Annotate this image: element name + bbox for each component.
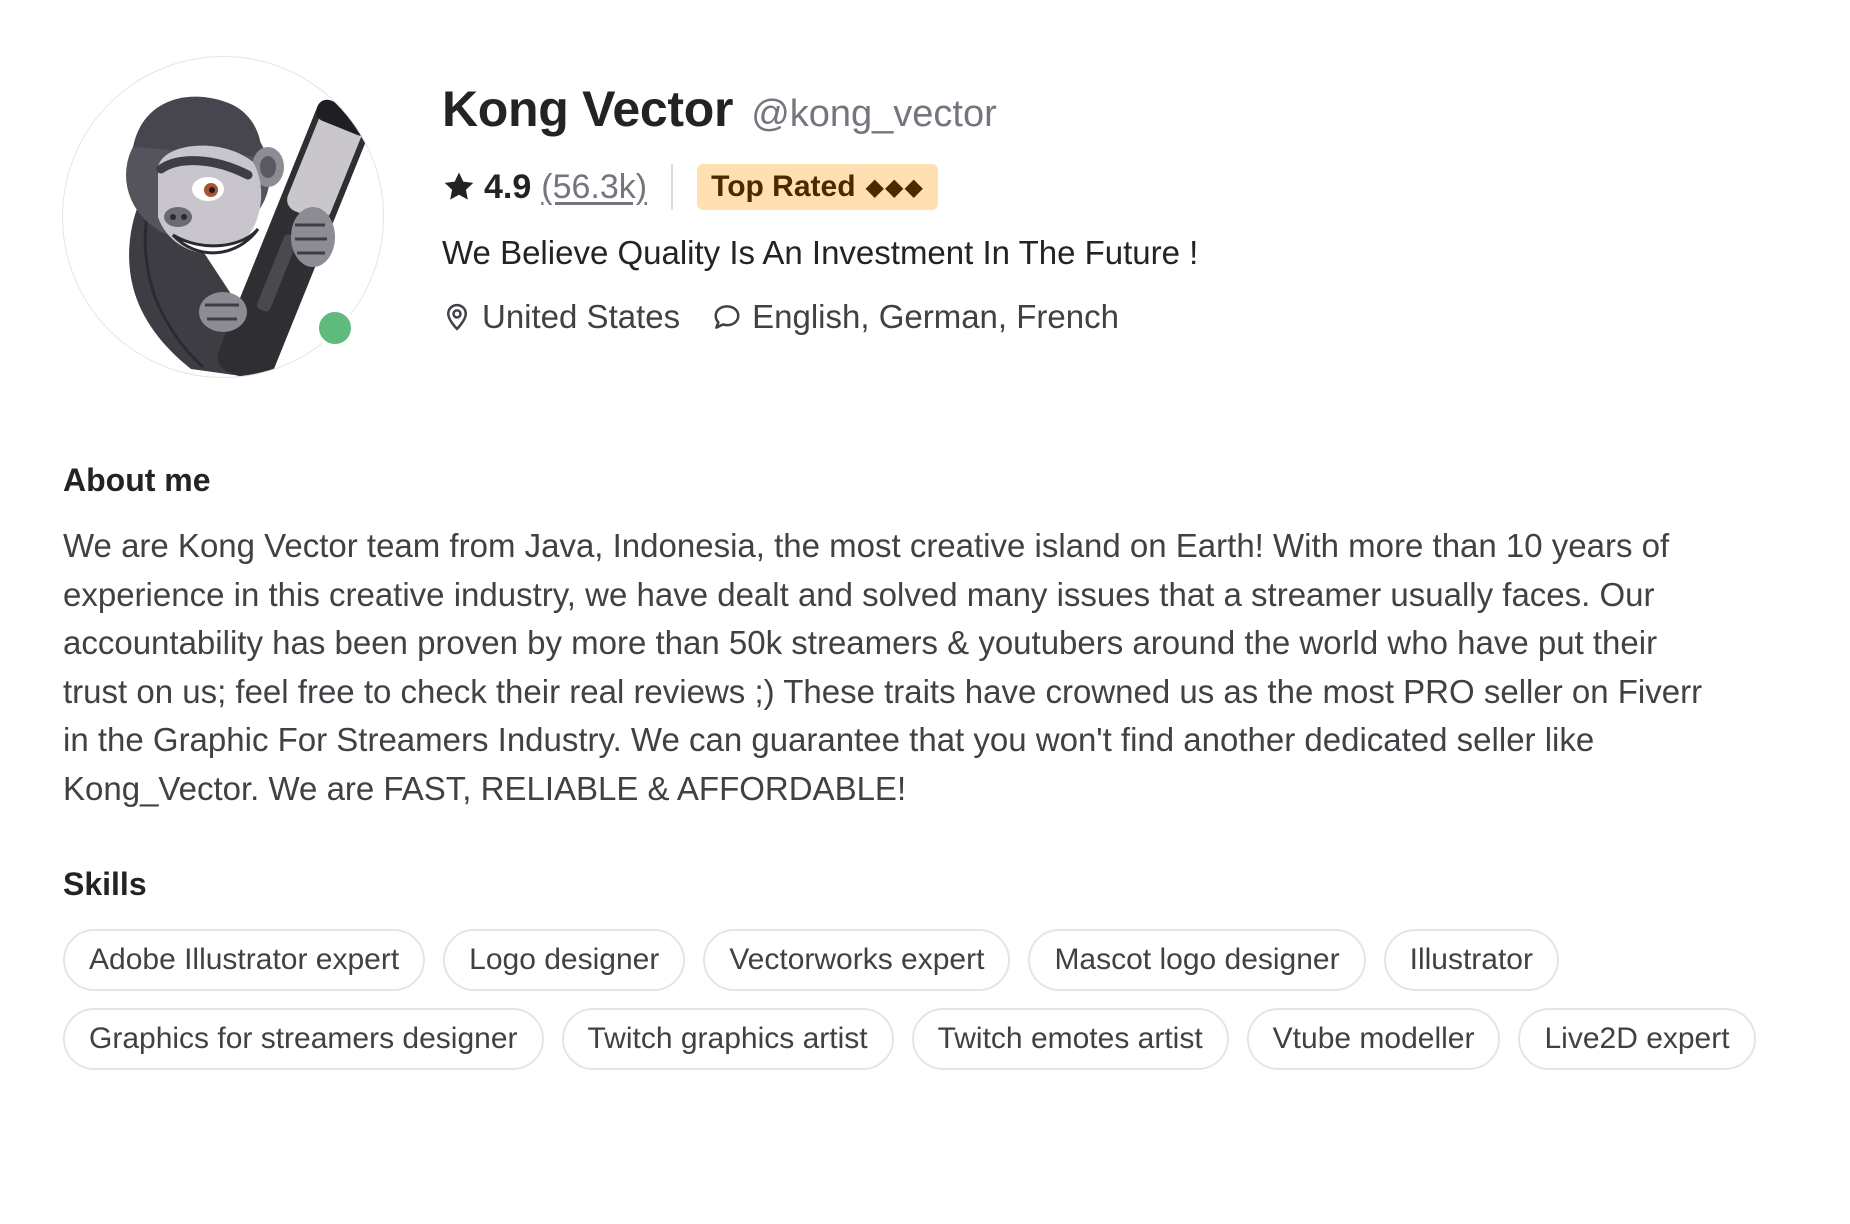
profile-info: Kong Vector @kong_vector 4.9 (56.3k) Top… [442,80,1198,338]
top-rated-badge: Top Rated ◆◆◆ [697,164,938,210]
speech-bubble-icon [714,305,740,329]
skill-tag[interactable]: Vectorworks expert [703,929,1011,991]
skill-tag[interactable]: Twitch emotes artist [911,1008,1229,1070]
skills-heading: Skills [63,866,147,902]
name-row: Kong Vector @kong_vector [442,80,1198,144]
star-icon [444,172,474,200]
languages-label: English, German, French [752,298,1119,335]
skill-tag[interactable]: Live2D expert [1518,1008,1756,1070]
diamond-icon: ◆◆◆ [865,173,924,201]
about-heading: About me [63,462,211,498]
location: United States [442,298,680,336]
rating-score: 4.9 [484,167,532,206]
seller-display-name: Kong Vector [442,81,734,137]
skill-tag[interactable]: Adobe Illustrator expert [63,929,426,991]
avatar-container [62,56,384,378]
skill-tag[interactable]: Twitch graphics artist [561,1008,894,1070]
languages: English, German, French [712,298,1119,336]
rating-row: 4.9 (56.3k) Top Rated ◆◆◆ [442,164,1198,210]
rating-count-link[interactable]: (56.3k) [541,168,647,207]
skill-tag[interactable]: Logo designer [443,929,686,991]
divider [671,164,674,210]
location-label: United States [482,298,681,335]
skill-tag[interactable]: Vtube modeller [1246,1008,1501,1070]
skill-tag[interactable]: Illustrator [1383,929,1559,991]
skill-tag[interactable]: Mascot logo designer [1028,929,1366,991]
seller-username: @kong_vector [751,93,997,135]
seller-tagline: We Believe Quality Is An Investment In T… [442,234,1199,271]
badge-label: Top Rated [711,170,856,203]
seller-profile-page: Kong Vector @kong_vector 4.9 (56.3k) Top… [0,0,1850,1224]
meta-row: United States English, German, French [442,296,1198,338]
skill-tag[interactable]: Graphics for streamers designer [63,1008,544,1070]
online-status-indicator [315,308,355,348]
about-description: We are Kong Vector team from Java, Indon… [63,527,1703,807]
location-pin-icon [446,303,468,331]
skills-list: Adobe Illustrator expert Logo designer V… [63,929,1763,1070]
